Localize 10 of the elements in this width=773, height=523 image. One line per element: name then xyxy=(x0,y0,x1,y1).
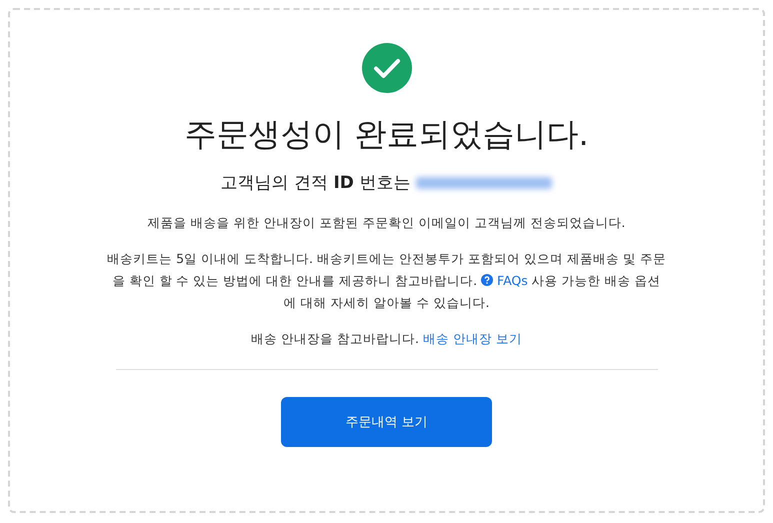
subtitle: 고객님의 견적 ID 번호는 xyxy=(220,172,410,194)
info-text: 배송 안내장을 참고바랍니다. 배송 안내장 보기 xyxy=(250,330,523,348)
view-orders-button[interactable]: 주문내역 보기 xyxy=(281,397,492,447)
info-text: 제품을 배송을 위한 안내장이 포함된 주문확인 이메일이 고객님께 전송되었습니다. xyxy=(146,214,626,232)
check-circle-icon xyxy=(362,43,412,93)
help-icon xyxy=(481,274,494,286)
page-title: 주문생성이 완료되었습니다. xyxy=(184,114,589,155)
link[interactable]: FAQs xyxy=(497,273,528,288)
info-text: 배송키트는 5일 이내에 도착합니다. 배송키트에는 안전봉투가 포함되어 있으며 제품배송 및 주문을 확인 할 수 있는 방법에 대한 안내를 제공하니 참고바랍니다. FAQs 사용 가능한 배송 옵션에 대해 자세히 알아볼 수 있습니다. xyxy=(106,250,666,312)
link[interactable]: 배송 안내장 보기 xyxy=(422,331,522,346)
